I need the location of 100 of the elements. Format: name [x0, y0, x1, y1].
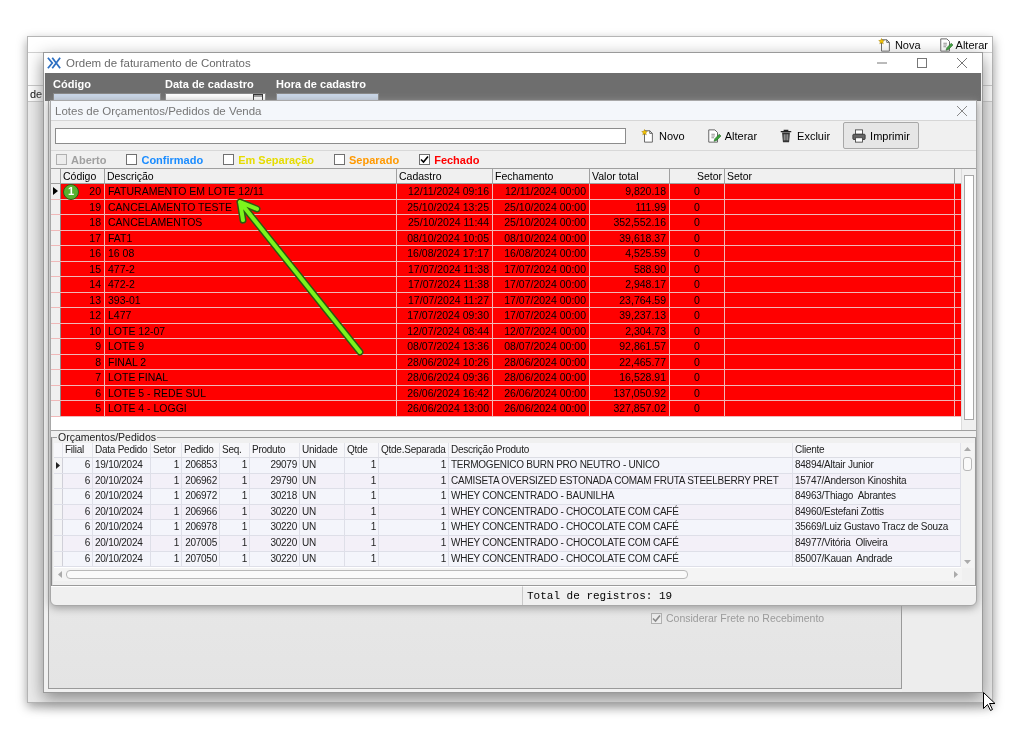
table-row[interactable]: 7 LOTE FINAL 28/06/2024 09:36 28/06/2024 00:00 16,528.91 0: [51, 370, 961, 386]
table-cell: 6: [63, 473, 93, 489]
column-header[interactable]: Qtde: [345, 443, 379, 457]
table-cell: 26/06/2024 00:00: [493, 385, 590, 400]
table-cell: 0: [670, 323, 725, 338]
table-cell: 08/10/2024 10:05: [397, 230, 493, 245]
column-header[interactable]: Fechamento: [493, 169, 590, 183]
table-cell: 12/11/2024 09:16: [397, 184, 493, 199]
scroll-up-icon[interactable]: [964, 447, 971, 451]
table-cell: 17/07/2024 11:38: [397, 261, 493, 276]
table-cell: 20/10/2024: [93, 551, 151, 567]
table-cell: 0: [670, 199, 725, 214]
table-cell: 1: [151, 489, 182, 504]
column-header[interactable]: Cadastro: [397, 169, 493, 183]
horizontal-scrollbar[interactable]: [54, 568, 962, 581]
table-cell: 0: [670, 401, 725, 416]
table-cell: 19/10/2024: [93, 458, 151, 473]
scrollbar-thumb[interactable]: [964, 175, 974, 420]
column-header[interactable]: Código: [61, 169, 105, 183]
table-cell: WHEY CONCENTRADO - CHOCOLATE COM CAFÉ: [449, 504, 793, 520]
table-cell: 17/07/2024 11:27: [397, 292, 493, 307]
column-header[interactable]: Seq.: [220, 443, 250, 457]
table-cell: WHEY CONCENTRADO - CHOCOLATE COM CAFÉ: [449, 520, 793, 535]
table-cell: 17/07/2024 09:30: [397, 308, 493, 323]
table-row[interactable]: 9 LOTE 9 08/07/2024 13:36 08/07/2024 00:00 92,861.57 0: [51, 339, 961, 355]
table-cell: UN: [300, 535, 345, 551]
table-row[interactable]: 16 16 08 16/08/2024 17:17 16/08/2024 00:00 4,525.59 0: [51, 246, 961, 262]
table-cell: 588.90: [590, 261, 670, 276]
table-cell: 28/06/2024 00:00: [493, 370, 590, 385]
checkbox[interactable]: [126, 154, 138, 165]
field-label: Código: [53, 78, 92, 91]
table-cell: 5: [61, 401, 105, 416]
table-row[interactable]: 12 L477 17/07/2024 09:30 17/07/2024 00:00 39,237.13 0: [51, 308, 961, 324]
table-row[interactable]: 5 LOTE 4 - LOGGI 26/06/2024 13:00 26/06/2024 00:00 327,857.02 0: [51, 401, 961, 417]
scrollbar-thumb[interactable]: [66, 570, 688, 579]
scroll-right-icon[interactable]: [954, 571, 958, 578]
column-header[interactable]: Filial: [63, 443, 93, 457]
table-row[interactable]: 14 472-2 17/07/2024 11:38 17/07/2024 00:00 2,948.17 0: [51, 277, 961, 293]
table-cell: 39,618.37: [590, 230, 670, 245]
table-cell: TERMOGENICO BURN PRO NEUTRO - UNICO: [449, 458, 793, 473]
table-cell: WHEY CONCENTRADO - CHOCOLATE COM CAFÉ: [449, 535, 793, 551]
search-field[interactable]: [55, 127, 626, 144]
column-header[interactable]: Unidade: [300, 443, 345, 457]
table-cell: 1: [345, 535, 379, 551]
maximize-icon[interactable]: [917, 58, 927, 68]
table-cell: 0: [670, 277, 725, 292]
table-cell: 20/10/2024: [93, 489, 151, 504]
table-row[interactable]: 18 CANCELAMENTOS 25/10/2024 11:44 25/10/2024 00:00 352,552.16 0: [51, 215, 961, 231]
table-cell: 352,552.16: [590, 215, 670, 230]
table-cell: 17/07/2024 00:00: [493, 292, 590, 307]
dialog-title: Lotes de Orçamentos/Pedidos de Venda: [55, 104, 262, 117]
table-cell: UN: [300, 473, 345, 489]
toolbar-button[interactable]: Novo: [632, 122, 694, 149]
app-logo-icon: [47, 56, 61, 70]
checkbox[interactable]: [334, 154, 345, 165]
table-cell: 28/06/2024 09:36: [397, 370, 493, 385]
close-icon[interactable]: [957, 105, 967, 116]
column-header[interactable]: Produto: [250, 443, 300, 457]
table-cell: 1: [379, 504, 449, 520]
table-cell: 1: [151, 535, 182, 551]
column-header[interactable]: Data Pedido: [93, 443, 151, 457]
toolbar-button[interactable]: Nova: [875, 37, 923, 52]
table-cell: 30218: [250, 489, 300, 504]
toolbar-button[interactable]: Excluir: [770, 122, 840, 149]
scroll-down-icon[interactable]: [964, 560, 971, 564]
vertical-scrollbar[interactable]: [961, 443, 974, 568]
column-header[interactable]: Descrição Produto: [449, 443, 793, 457]
scroll-left-icon[interactable]: [58, 571, 62, 578]
column-header[interactable]: Setor: [725, 169, 955, 183]
table-cell: 17/07/2024 00:00: [493, 308, 590, 323]
vertical-scrollbar[interactable]: [961, 169, 976, 430]
column-header[interactable]: Pedido: [182, 443, 220, 457]
table-cell: UN: [300, 504, 345, 520]
checkbox[interactable]: [419, 154, 431, 165]
toolbar-button[interactable]: Alterar: [697, 122, 767, 149]
close-icon[interactable]: [957, 58, 967, 68]
toolbar-button[interactable]: Alterar: [936, 37, 990, 52]
table-cell: 0: [670, 246, 725, 261]
table-cell: 1: [151, 551, 182, 567]
column-header[interactable]: Setor: [151, 443, 182, 457]
table-cell: 26/06/2024 13:00: [397, 401, 493, 416]
table-cell: 20/10/2024: [93, 520, 151, 535]
toolbar-button[interactable]: Imprimir: [843, 122, 919, 149]
record-count: Total de registros: 19: [523, 586, 976, 605]
column-header[interactable]: Descrição: [105, 169, 397, 183]
table-cell: 23,764.59: [590, 292, 670, 307]
table-cell: 15: [61, 261, 105, 276]
column-header[interactable]: Setor: [670, 169, 725, 183]
row-selector[interactable]: [54, 458, 63, 473]
table-cell: 26/06/2024 16:42: [397, 385, 493, 400]
checkbox[interactable]: [223, 154, 235, 165]
table-cell: 29790: [250, 473, 300, 489]
scrollbar-thumb[interactable]: [963, 457, 972, 471]
column-header[interactable]: Valor total: [590, 169, 670, 183]
table-cell: 25/10/2024 00:00: [493, 215, 590, 230]
cursor-icon: [983, 692, 995, 711]
column-header[interactable]: Qtde.Separada: [379, 443, 449, 457]
filter-label[interactable]: Fechado: [434, 153, 480, 166]
row-selector[interactable]: [51, 184, 61, 199]
table-cell: 9,820.18: [590, 184, 670, 199]
